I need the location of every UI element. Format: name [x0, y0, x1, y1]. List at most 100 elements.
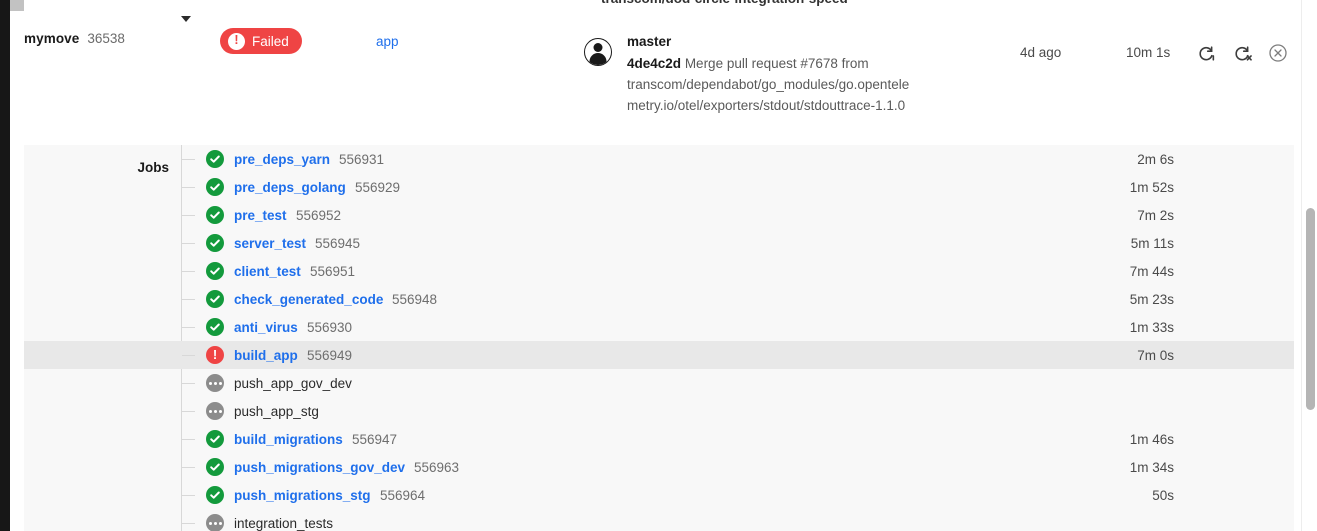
- job-row[interactable]: push_app_gov_dev: [24, 369, 1294, 397]
- job-name[interactable]: push_migrations_gov_dev: [234, 460, 405, 475]
- job-duration: 7m 44s: [1130, 264, 1174, 279]
- check-circle-icon: [206, 234, 224, 252]
- branch-name[interactable]: master: [627, 30, 917, 53]
- job-row[interactable]: pre_test 556952 7m 2s: [24, 201, 1294, 229]
- tree-connector: [182, 215, 195, 216]
- tree-connector: [182, 327, 195, 328]
- pending-dots-icon: [206, 374, 224, 392]
- previous-pipeline-title: transcom/dod-circle-integration-speed: [601, 0, 848, 6]
- job-name: integration_tests: [234, 516, 333, 531]
- tree-connector: [182, 299, 195, 300]
- job-name[interactable]: anti_virus: [234, 320, 298, 335]
- workflow-link-app[interactable]: app: [376, 34, 399, 49]
- job-row[interactable]: push_migrations_gov_dev 556963 1m 34s: [24, 453, 1294, 481]
- tree-connector: [182, 467, 195, 468]
- job-duration: 7m 2s: [1137, 208, 1174, 223]
- job-name[interactable]: build_migrations: [234, 432, 343, 447]
- tree-connector: [182, 383, 195, 384]
- vertical-scrollbar-thumb[interactable]: [1306, 208, 1315, 410]
- job-duration: 1m 34s: [1130, 460, 1174, 475]
- job-number: 556947: [352, 432, 397, 447]
- exclamation-circle-icon: !: [206, 346, 224, 364]
- pipeline-card: mymove 36538 ! Failed app master 4de4c2d…: [24, 11, 1294, 145]
- job-row[interactable]: build_migrations 556947 1m 46s: [24, 425, 1294, 453]
- check-circle-icon: [206, 486, 224, 504]
- browser-chrome-edge: [0, 0, 10, 531]
- job-row[interactable]: push_migrations_stg 556964 50s: [24, 481, 1294, 509]
- exclamation-icon: !: [228, 33, 245, 50]
- jobs-panel: Jobs pre_deps_yarn5569312m 6spre_deps_go…: [24, 145, 1294, 531]
- tree-connector: [182, 271, 195, 272]
- job-row[interactable]: pre_deps_golang 556929 1m 52s: [24, 173, 1294, 201]
- pipeline-row[interactable]: mymove 36538 ! Failed app master 4de4c2d…: [24, 11, 1294, 145]
- check-circle-icon: [206, 150, 224, 168]
- chevron-down-icon[interactable]: [181, 16, 191, 22]
- status-badge[interactable]: ! Failed: [220, 28, 302, 54]
- job-row[interactable]: integration_tests: [24, 509, 1294, 531]
- job-row[interactable]: pre_deps_yarn 556931 2m 6s: [24, 145, 1294, 173]
- job-number: 556963: [414, 460, 459, 475]
- job-row[interactable]: check_generated_code 556948 5m 23s: [24, 285, 1294, 313]
- job-name[interactable]: client_test: [234, 264, 301, 279]
- job-name: push_app_gov_dev: [234, 376, 352, 391]
- job-number: 556930: [307, 320, 352, 335]
- cancel-workflow-icon[interactable]: [1266, 41, 1290, 65]
- job-duration: 50s: [1152, 488, 1174, 503]
- job-duration: 1m 46s: [1130, 432, 1174, 447]
- job-number: 556929: [355, 180, 400, 195]
- job-duration: 1m 52s: [1130, 180, 1174, 195]
- check-circle-icon: [206, 458, 224, 476]
- job-name[interactable]: pre_deps_golang: [234, 180, 346, 195]
- job-number: 556948: [392, 292, 437, 307]
- job-name: push_app_stg: [234, 404, 319, 419]
- status-badge-label: Failed: [252, 34, 289, 49]
- job-duration: 2m 6s: [1137, 152, 1174, 167]
- job-number: 556951: [310, 264, 355, 279]
- tree-connector: [182, 355, 195, 356]
- job-duration: 1m 33s: [1130, 320, 1174, 335]
- commit-sha[interactable]: 4de4c2d: [627, 56, 681, 71]
- job-name[interactable]: pre_deps_yarn: [234, 152, 330, 167]
- job-name[interactable]: server_test: [234, 236, 306, 251]
- job-row[interactable]: client_test 556951 7m 44s: [24, 257, 1294, 285]
- commit-text: master 4de4c2d Merge pull request #7678 …: [627, 30, 917, 116]
- tree-connector: [182, 439, 195, 440]
- job-number: 556945: [315, 236, 360, 251]
- check-circle-icon: [206, 206, 224, 224]
- tree-connector: [182, 159, 195, 160]
- tree-connector: [182, 523, 195, 524]
- job-name[interactable]: check_generated_code: [234, 292, 383, 307]
- check-circle-icon: [206, 262, 224, 280]
- job-number: 556931: [339, 152, 384, 167]
- job-name[interactable]: pre_test: [234, 208, 287, 223]
- vertical-scrollbar-track[interactable]: [1301, 0, 1317, 531]
- rerun-workflow-from-start-icon[interactable]: [1194, 41, 1218, 65]
- pipeline-age: 4d ago: [1020, 45, 1061, 60]
- jobs-list: pre_deps_yarn 556931 2m 6s pre_deps_golang 5…: [24, 145, 1294, 531]
- job-name[interactable]: build_app: [234, 348, 298, 363]
- job-row[interactable]: server_test 556945 5m 11s: [24, 229, 1294, 257]
- left-scrollbar-nub: [10, 0, 24, 11]
- job-row[interactable]: ! build_app 556949 7m 0s: [24, 341, 1294, 369]
- job-duration: 5m 23s: [1130, 292, 1174, 307]
- user-avatar-icon: [584, 38, 612, 66]
- job-number: 556949: [307, 348, 352, 363]
- job-row[interactable]: anti_virus 556930 1m 33s: [24, 313, 1294, 341]
- rerun-workflow-from-failed-icon[interactable]: [1230, 41, 1254, 65]
- panel-right-edge: [1294, 0, 1301, 531]
- pending-dots-icon: [206, 514, 224, 531]
- commit-message: 4de4c2d Merge pull request #7678 from tr…: [627, 53, 917, 116]
- job-duration: 5m 11s: [1131, 236, 1174, 251]
- pipeline-duration: 10m 1s: [1126, 45, 1170, 60]
- pipeline-screen: transcom/dod-circle-integration-speed my…: [0, 0, 1317, 531]
- pending-dots-icon: [206, 402, 224, 420]
- job-number: 556952: [296, 208, 341, 223]
- job-duration: 7m 0s: [1137, 348, 1174, 363]
- check-circle-icon: [206, 178, 224, 196]
- job-number: 556964: [380, 488, 425, 503]
- check-circle-icon: [206, 430, 224, 448]
- tree-connector: [182, 243, 195, 244]
- job-name[interactable]: push_migrations_stg: [234, 488, 371, 503]
- project-name: mymove: [24, 31, 79, 46]
- job-row[interactable]: push_app_stg: [24, 397, 1294, 425]
